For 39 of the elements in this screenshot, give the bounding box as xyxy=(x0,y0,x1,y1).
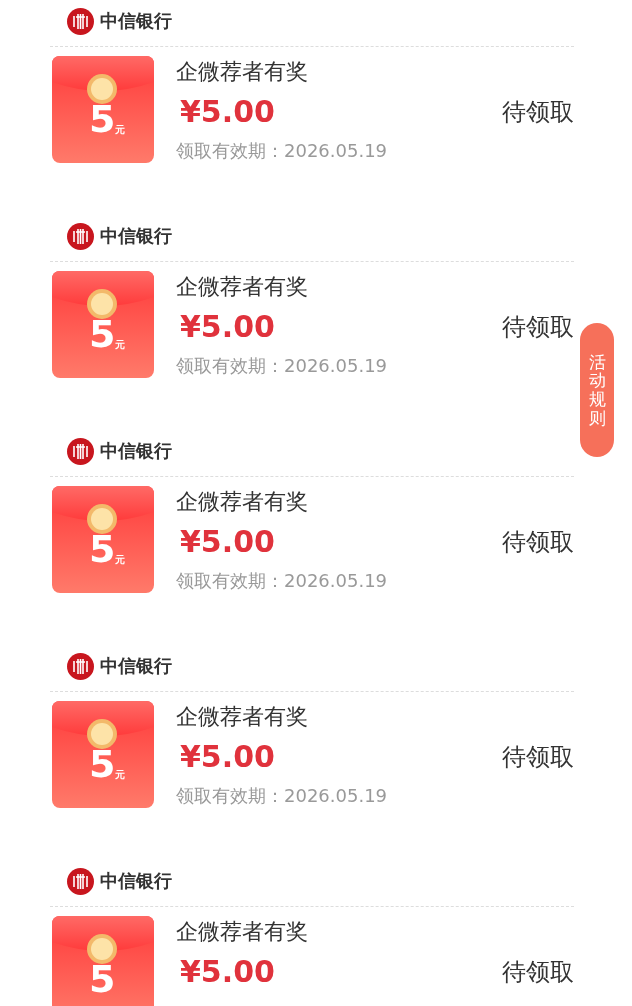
expiry-date: 领取有效期：2026.05.19 xyxy=(176,139,389,163)
reward-title: 企微荐者有奖 xyxy=(176,58,309,86)
envelope-amount: 5 xyxy=(89,315,116,353)
envelope-amount: 5 xyxy=(89,745,116,783)
bank-logo-icon xyxy=(67,7,94,35)
envelope-unit: 元 xyxy=(115,555,125,565)
envelope-unit: 元 xyxy=(115,125,125,135)
claim-status: 待领取 xyxy=(502,742,574,773)
bank-logo-icon xyxy=(67,652,94,680)
envelope-unit: 元 xyxy=(115,340,125,350)
bank-name: 中信银行 xyxy=(100,654,172,678)
claim-status: 待领取 xyxy=(502,527,574,558)
envelope-unit: 元 xyxy=(115,770,125,780)
reward-amount: ¥5.00 xyxy=(179,308,276,346)
bank-name: 中信银行 xyxy=(100,9,172,33)
reward-amount: ¥5.00 xyxy=(179,93,276,131)
bank-logo-icon xyxy=(67,437,94,465)
expiry-date: 领取有效期：2026.05.19 xyxy=(176,569,389,593)
reward-amount: ¥5.00 xyxy=(179,738,276,776)
rules-button[interactable]: 活动规则 xyxy=(580,323,614,457)
reward-amount: ¥5.00 xyxy=(179,523,276,561)
envelope-amount: 5 xyxy=(89,960,116,998)
bank-name: 中信银行 xyxy=(100,224,172,248)
envelope-amount: 5 xyxy=(89,100,116,138)
bank-name: 中信银行 xyxy=(100,869,172,893)
reward-title: 企微荐者有奖 xyxy=(176,703,309,731)
reward-title: 企微荐者有奖 xyxy=(176,488,309,516)
bank-logo-icon xyxy=(67,222,94,250)
reward-title: 企微荐者有奖 xyxy=(176,918,309,946)
reward-amount: ¥5.00 xyxy=(179,953,276,991)
envelope-amount: 5 xyxy=(89,530,116,568)
reward-title: 企微荐者有奖 xyxy=(176,273,309,301)
expiry-date: 领取有效期：2026.05.19 xyxy=(176,784,389,808)
claim-status: 待领取 xyxy=(502,97,574,128)
bank-logo-icon xyxy=(67,867,94,895)
bank-name: 中信银行 xyxy=(100,439,172,463)
expiry-date: 领取有效期：2026.05.19 xyxy=(176,354,389,378)
claim-status: 待领取 xyxy=(502,957,574,988)
claim-status: 待领取 xyxy=(502,312,574,343)
